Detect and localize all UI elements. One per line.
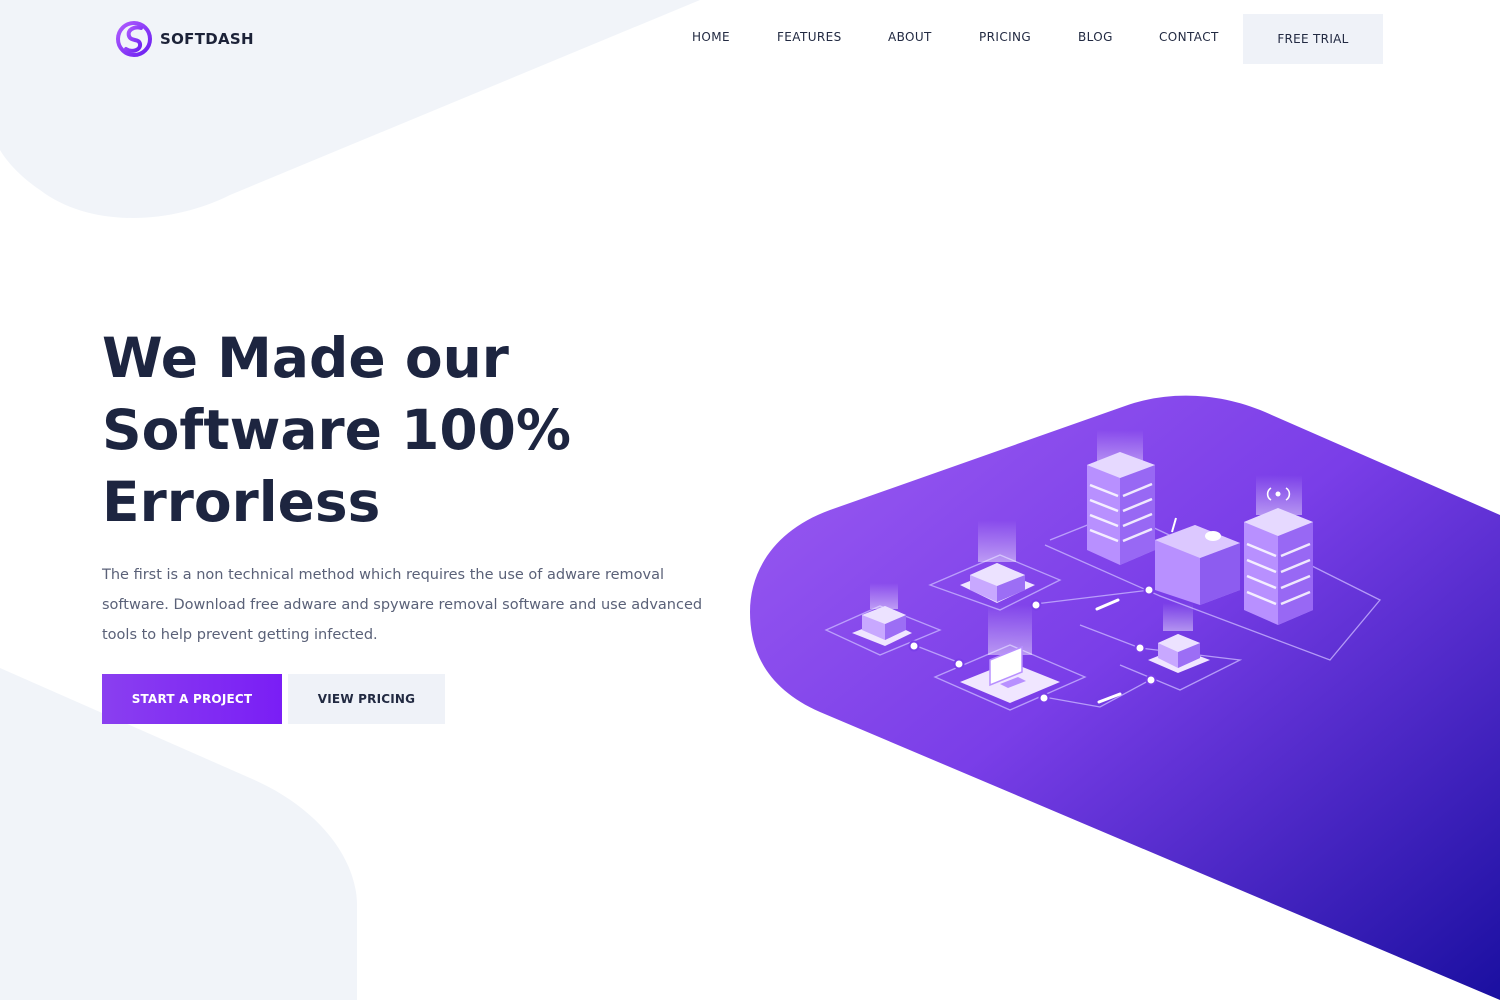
site-header: SOFTDASH HOME FEATURES ABOUT PRICING BLO… (0, 0, 1500, 80)
view-pricing-button[interactable]: VIEW PRICING (288, 674, 445, 724)
free-trial-button[interactable]: FREE TRIAL (1243, 14, 1383, 64)
hero-title-line-1: We Made our (102, 326, 509, 390)
softdash-s-icon (116, 21, 152, 57)
hero-buttons: START A PROJECT VIEW PRICING (102, 674, 445, 724)
nav-item-blog[interactable]: BLOG (1078, 30, 1113, 44)
nav-item-contact[interactable]: CONTACT (1159, 30, 1219, 44)
nav-item-pricing[interactable]: PRICING (979, 30, 1031, 44)
hero-title-line-3: Errorless (102, 470, 381, 534)
hero-description: The first is a non technical method whic… (102, 567, 703, 643)
nav-item-features[interactable]: FEATURES (777, 30, 842, 44)
nav-item-about[interactable]: ABOUT (888, 30, 932, 44)
brand-logo[interactable]: SOFTDASH (114, 16, 254, 62)
brand-name: SOFTDASH (160, 30, 254, 48)
hero-section: We Made our Software 100% Errorless The … (102, 322, 742, 650)
hero-title: We Made our Software 100% Errorless (102, 322, 742, 538)
nav-item-home[interactable]: HOME (692, 30, 730, 44)
hero-title-line-2: Software 100% (102, 398, 572, 462)
server-tower-left (1087, 452, 1155, 565)
start-project-button[interactable]: START A PROJECT (102, 674, 282, 724)
